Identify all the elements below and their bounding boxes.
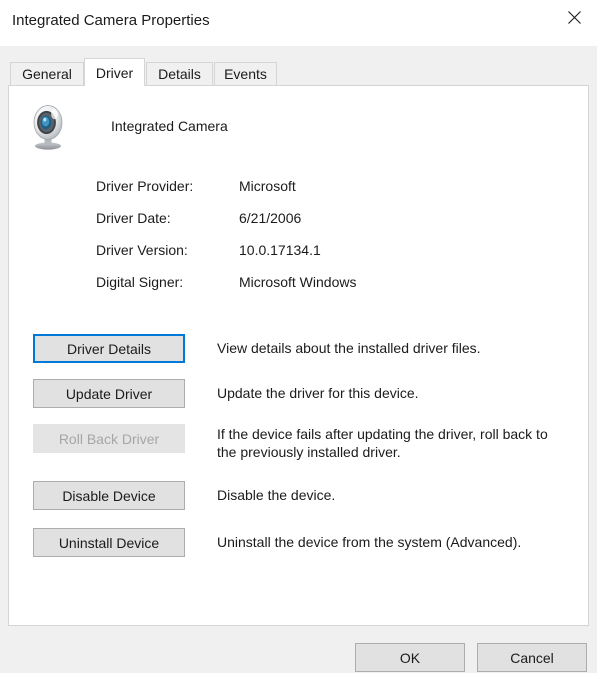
action-row-driver-details: Driver Details View details about the in… [33, 334, 578, 363]
update-driver-description: Update the driver for this device. [217, 385, 419, 401]
driver-provider-label: Driver Provider: [96, 178, 194, 194]
tab-driver[interactable]: Driver [84, 58, 145, 86]
info-row: Driver Provider: Microsoft [96, 178, 526, 210]
action-row-disable-device: Disable Device Disable the device. [33, 481, 578, 510]
update-driver-button[interactable]: Update Driver [33, 379, 185, 408]
roll-back-driver-button: Roll Back Driver [33, 424, 185, 453]
tab-general[interactable]: General [10, 62, 84, 85]
close-button[interactable] [551, 0, 597, 34]
driver-tab-panel: Integrated Camera Driver Provider: Micro… [8, 85, 589, 626]
driver-version-value: 10.0.17134.1 [239, 242, 321, 258]
action-row-roll-back-driver: Roll Back Driver If the device fails aft… [33, 424, 578, 461]
window-title: Integrated Camera Properties [12, 12, 210, 29]
driver-version-label: Driver Version: [96, 242, 188, 258]
digital-signer-value: Microsoft Windows [239, 274, 357, 290]
webcam-icon [27, 102, 71, 150]
tab-details-label: Details [158, 66, 201, 82]
uninstall-device-description: Uninstall the device from the system (Ad… [217, 534, 522, 550]
disable-device-description: Disable the device. [217, 487, 336, 503]
ok-button[interactable]: OK [355, 643, 465, 672]
device-name: Integrated Camera [111, 118, 228, 134]
tab-details[interactable]: Details [146, 62, 213, 85]
device-header: Integrated Camera [27, 102, 228, 150]
close-icon [567, 10, 581, 24]
roll-back-driver-description: If the device fails after updating the d… [217, 426, 548, 460]
dialog-footer: OK Cancel [0, 626, 597, 673]
tab-events[interactable]: Events [214, 62, 277, 85]
driver-date-value: 6/21/2006 [239, 210, 302, 226]
tab-strip: General Driver Details Events [8, 58, 589, 86]
tab-driver-label: Driver [95, 64, 134, 81]
driver-details-button[interactable]: Driver Details [33, 334, 185, 363]
cancel-button[interactable]: Cancel [477, 643, 587, 672]
info-row: Digital Signer: Microsoft Windows [96, 274, 526, 306]
driver-date-label: Driver Date: [96, 210, 171, 226]
title-bar: Integrated Camera Properties [0, 0, 597, 46]
info-row: Driver Version: 10.0.17134.1 [96, 242, 526, 274]
action-row-uninstall-device: Uninstall Device Uninstall the device fr… [33, 528, 578, 557]
driver-details-description: View details about the installed driver … [217, 340, 481, 356]
driver-actions: Driver Details View details about the in… [33, 334, 578, 557]
tab-general-label: General [22, 66, 72, 82]
uninstall-device-button[interactable]: Uninstall Device [33, 528, 185, 557]
driver-provider-value: Microsoft [239, 178, 296, 194]
driver-info-table: Driver Provider: Microsoft Driver Date: … [96, 178, 526, 306]
digital-signer-label: Digital Signer: [96, 274, 184, 290]
tab-events-label: Events [224, 66, 267, 82]
action-row-update-driver: Update Driver Update the driver for this… [33, 379, 578, 408]
info-row: Driver Date: 6/21/2006 [96, 210, 526, 242]
disable-device-button[interactable]: Disable Device [33, 481, 185, 510]
